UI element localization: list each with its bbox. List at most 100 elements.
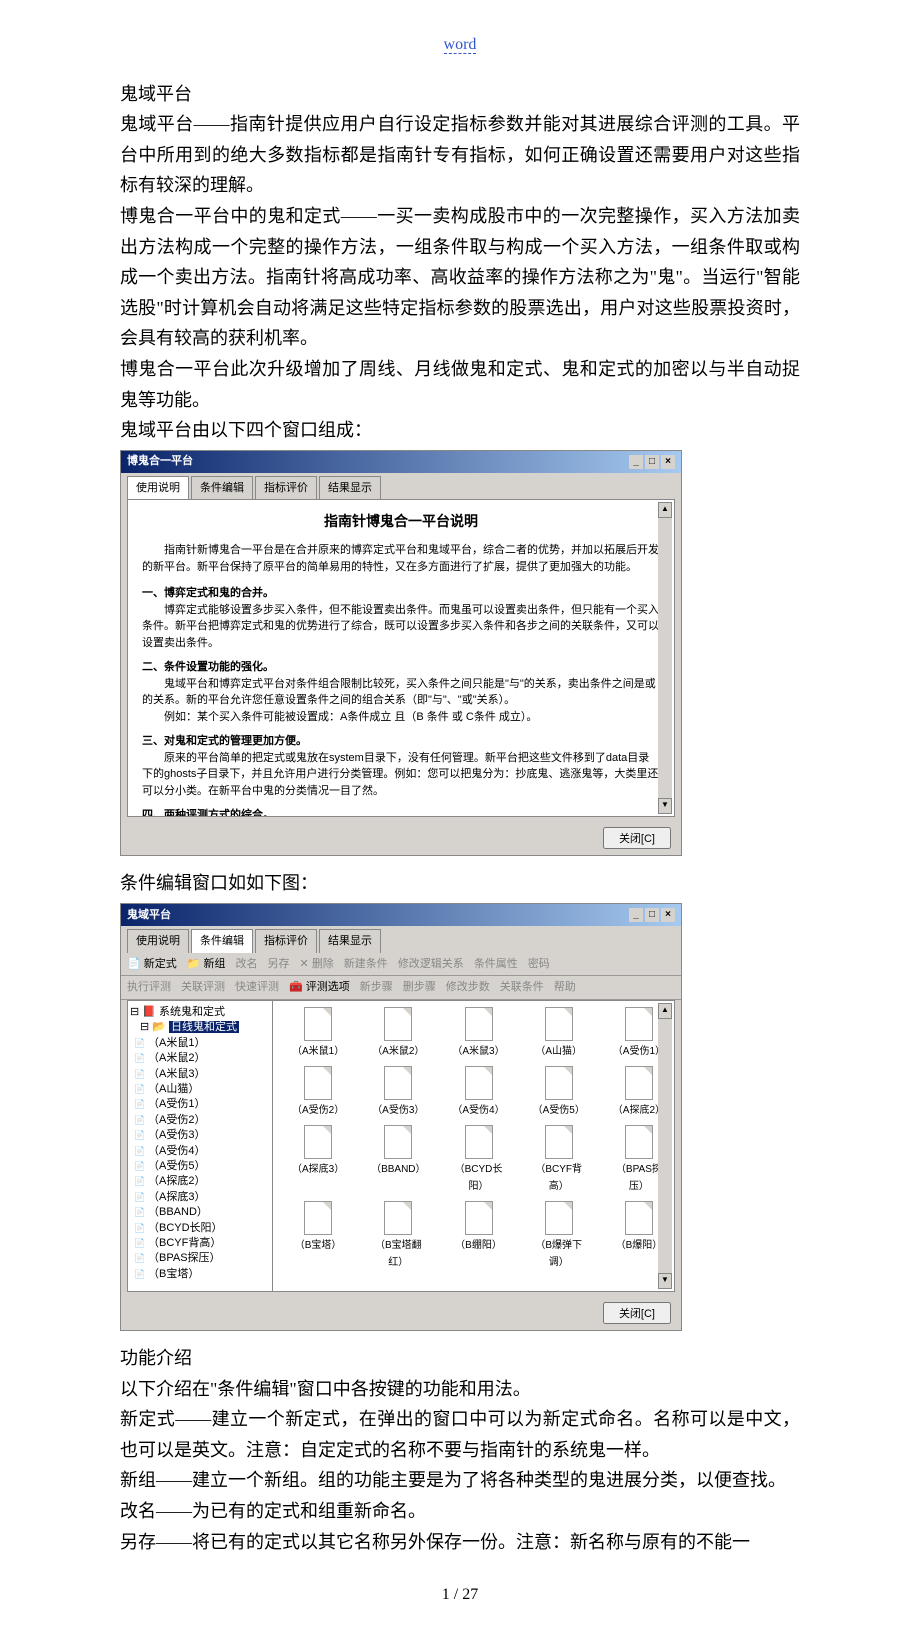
file-item[interactable]: （A探底3） [289, 1125, 347, 1195]
tree-item[interactable]: （A山猫） [130, 1082, 270, 1097]
scrollbar-2[interactable]: ▲ ▼ [658, 1003, 672, 1289]
file-icon [545, 1125, 573, 1159]
file-label: （B宝塔） [289, 1237, 347, 1254]
file-label: （BCYF背高） [530, 1161, 588, 1195]
close-icon[interactable]: × [661, 455, 675, 469]
btn-new-step[interactable]: 新步骤 [360, 978, 393, 997]
tree-pane[interactable]: ⊟ 📕 系统鬼和定式 ⊟ 📂 日线鬼和定式 （A米鼠1）（A米鼠2）（A米鼠3）… [128, 1001, 273, 1291]
titlebar-2: 鬼域平台 _ □ × [121, 904, 681, 926]
para-5: 鬼域平台由以下四个窗口组成： [120, 415, 800, 446]
tree-item[interactable]: （A受伤5） [130, 1159, 270, 1174]
file-item[interactable]: （A受伤2） [289, 1066, 347, 1119]
file-item[interactable]: （B爆弹下调） [530, 1201, 588, 1271]
para-4: 博鬼合一平台此次升级增加了周线、月线做鬼和定式、鬼和定式的加密以与半自动捉鬼等功… [120, 354, 800, 415]
file-item[interactable]: （BCYF背高） [530, 1125, 588, 1195]
file-item[interactable]: （BCYD长阳） [449, 1125, 507, 1195]
minimize-icon[interactable]: _ [629, 908, 643, 922]
close-icon[interactable]: × [661, 908, 675, 922]
file-label: （B宝塔翻红） [369, 1237, 427, 1271]
btn-run-eval[interactable]: 执行评测 [127, 978, 171, 997]
tree-root[interactable]: ⊟ 📕 系统鬼和定式 [130, 1005, 270, 1020]
file-item[interactable]: （B绷阳） [449, 1201, 507, 1271]
tree-item[interactable]: （A受伤2） [130, 1113, 270, 1128]
para-8: 以下介绍在"条件编辑"窗口中各按键的功能和用法。 [120, 1374, 800, 1405]
file-item[interactable]: （A受伤3） [369, 1066, 427, 1119]
btn-rename[interactable]: 改名 [236, 955, 258, 974]
tab-result-display[interactable]: 结果显示 [319, 929, 381, 953]
btn-link-eval[interactable]: 关联评测 [181, 978, 225, 997]
btn-new-group[interactable]: 📁 新组 [187, 955, 226, 974]
maximize-icon[interactable]: □ [645, 908, 659, 922]
scroll-down-icon[interactable]: ▼ [658, 1273, 672, 1289]
file-icon [465, 1201, 493, 1235]
close-button-2[interactable]: 关闭[C] [603, 1302, 671, 1324]
file-label: （A探底3） [289, 1161, 347, 1178]
tree-item[interactable]: （B宝塔） [130, 1267, 270, 1282]
tabstrip: 使用说明 条件编辑 指标评价 结果显示 [121, 473, 681, 500]
file-label: （A米鼠2） [369, 1043, 427, 1060]
file-label: （A受伤4） [449, 1102, 507, 1119]
btn-new-formula[interactable]: 📄 新定式 [127, 955, 177, 974]
file-item[interactable]: （A米鼠1） [289, 1007, 347, 1060]
btn-new-condition[interactable]: 新建条件 [344, 955, 388, 974]
tree-item[interactable]: （A米鼠1） [130, 1036, 270, 1051]
file-item[interactable]: （A米鼠3） [449, 1007, 507, 1060]
tree-item[interactable]: （BCYD长阳） [130, 1221, 270, 1236]
file-item[interactable]: （B宝塔） [289, 1201, 347, 1271]
file-item[interactable]: （A米鼠2） [369, 1007, 427, 1060]
scroll-down-icon[interactable]: ▼ [658, 798, 672, 814]
scrollbar[interactable]: ▲ ▼ [658, 502, 672, 814]
file-item[interactable]: （B宝塔翻红） [369, 1201, 427, 1271]
btn-delete[interactable]: ✕ 删除 [300, 955, 334, 974]
tree-item[interactable]: （A受伤3） [130, 1128, 270, 1143]
close-button[interactable]: 关闭[C] [603, 827, 671, 849]
tab-result-display[interactable]: 结果显示 [319, 476, 381, 500]
file-icon [384, 1066, 412, 1100]
file-item[interactable]: （A受伤5） [530, 1066, 588, 1119]
maximize-icon[interactable]: □ [645, 455, 659, 469]
tree-item[interactable]: （BPAS探压） [130, 1251, 270, 1266]
btn-password[interactable]: 密码 [528, 955, 550, 974]
tree-item[interactable]: （A探底2） [130, 1174, 270, 1189]
content-heading: 指南针博鬼合一平台说明 [142, 510, 660, 534]
file-item[interactable]: （A山猫） [530, 1007, 588, 1060]
btn-mod-step[interactable]: 修改步数 [446, 978, 490, 997]
tree-item[interactable]: （A探底3） [130, 1190, 270, 1205]
file-icon [384, 1201, 412, 1235]
file-icon [304, 1066, 332, 1100]
tab-instructions[interactable]: 使用说明 [127, 929, 189, 953]
tree-item[interactable]: （A受伤4） [130, 1144, 270, 1159]
minimize-icon[interactable]: _ [629, 455, 643, 469]
para-11: 改名——为已有的定式和组重新命名。 [120, 1496, 800, 1527]
tree-item[interactable]: （BCYF背高） [130, 1236, 270, 1251]
tab-indicator-eval[interactable]: 指标评价 [255, 929, 317, 953]
file-item[interactable]: （BBAND） [369, 1125, 427, 1195]
file-item[interactable]: （A受伤4） [449, 1066, 507, 1119]
tree-item[interactable]: （A米鼠3） [130, 1067, 270, 1082]
tree-item[interactable]: （A米鼠2） [130, 1051, 270, 1066]
btn-help[interactable]: 帮助 [554, 978, 576, 997]
window-instructions: 博鬼合一平台 _ □ × 使用说明 条件编辑 指标评价 结果显示 指南针博鬼合一… [120, 450, 682, 857]
tab-condition-edit[interactable]: 条件编辑 [191, 929, 253, 953]
btn-eval-options[interactable]: 🧰 评测选项 [289, 978, 350, 997]
para-title: 鬼域平台 [120, 79, 800, 110]
file-icon [465, 1125, 493, 1159]
btn-del-step[interactable]: 删步骤 [403, 978, 436, 997]
tab-condition-edit[interactable]: 条件编辑 [191, 476, 253, 500]
para-10: 新组——建立一个新组。组的功能主要是为了将各种类型的鬼进展分类，以便查找。 [120, 1465, 800, 1496]
file-label: （A受伤5） [530, 1102, 588, 1119]
scroll-up-icon[interactable]: ▲ [658, 502, 672, 518]
scroll-up-icon[interactable]: ▲ [658, 1003, 672, 1019]
tree-item[interactable]: （A受伤1） [130, 1097, 270, 1112]
btn-link-cond[interactable]: 关联条件 [500, 978, 544, 997]
tree-item[interactable]: （BBAND） [130, 1205, 270, 1220]
btn-quick-eval[interactable]: 快速评测 [235, 978, 279, 997]
btn-modify-logic[interactable]: 修改逻辑关系 [398, 955, 464, 974]
file-icon [545, 1066, 573, 1100]
btn-save-as[interactable]: 另存 [268, 955, 290, 974]
tab-instructions[interactable]: 使用说明 [127, 476, 189, 500]
btn-condition-props[interactable]: 条件属性 [474, 955, 518, 974]
window-title-2: 鬼域平台 [127, 906, 171, 925]
tab-indicator-eval[interactable]: 指标评价 [255, 476, 317, 500]
tree-group[interactable]: ⊟ 📂 日线鬼和定式 [130, 1020, 270, 1035]
